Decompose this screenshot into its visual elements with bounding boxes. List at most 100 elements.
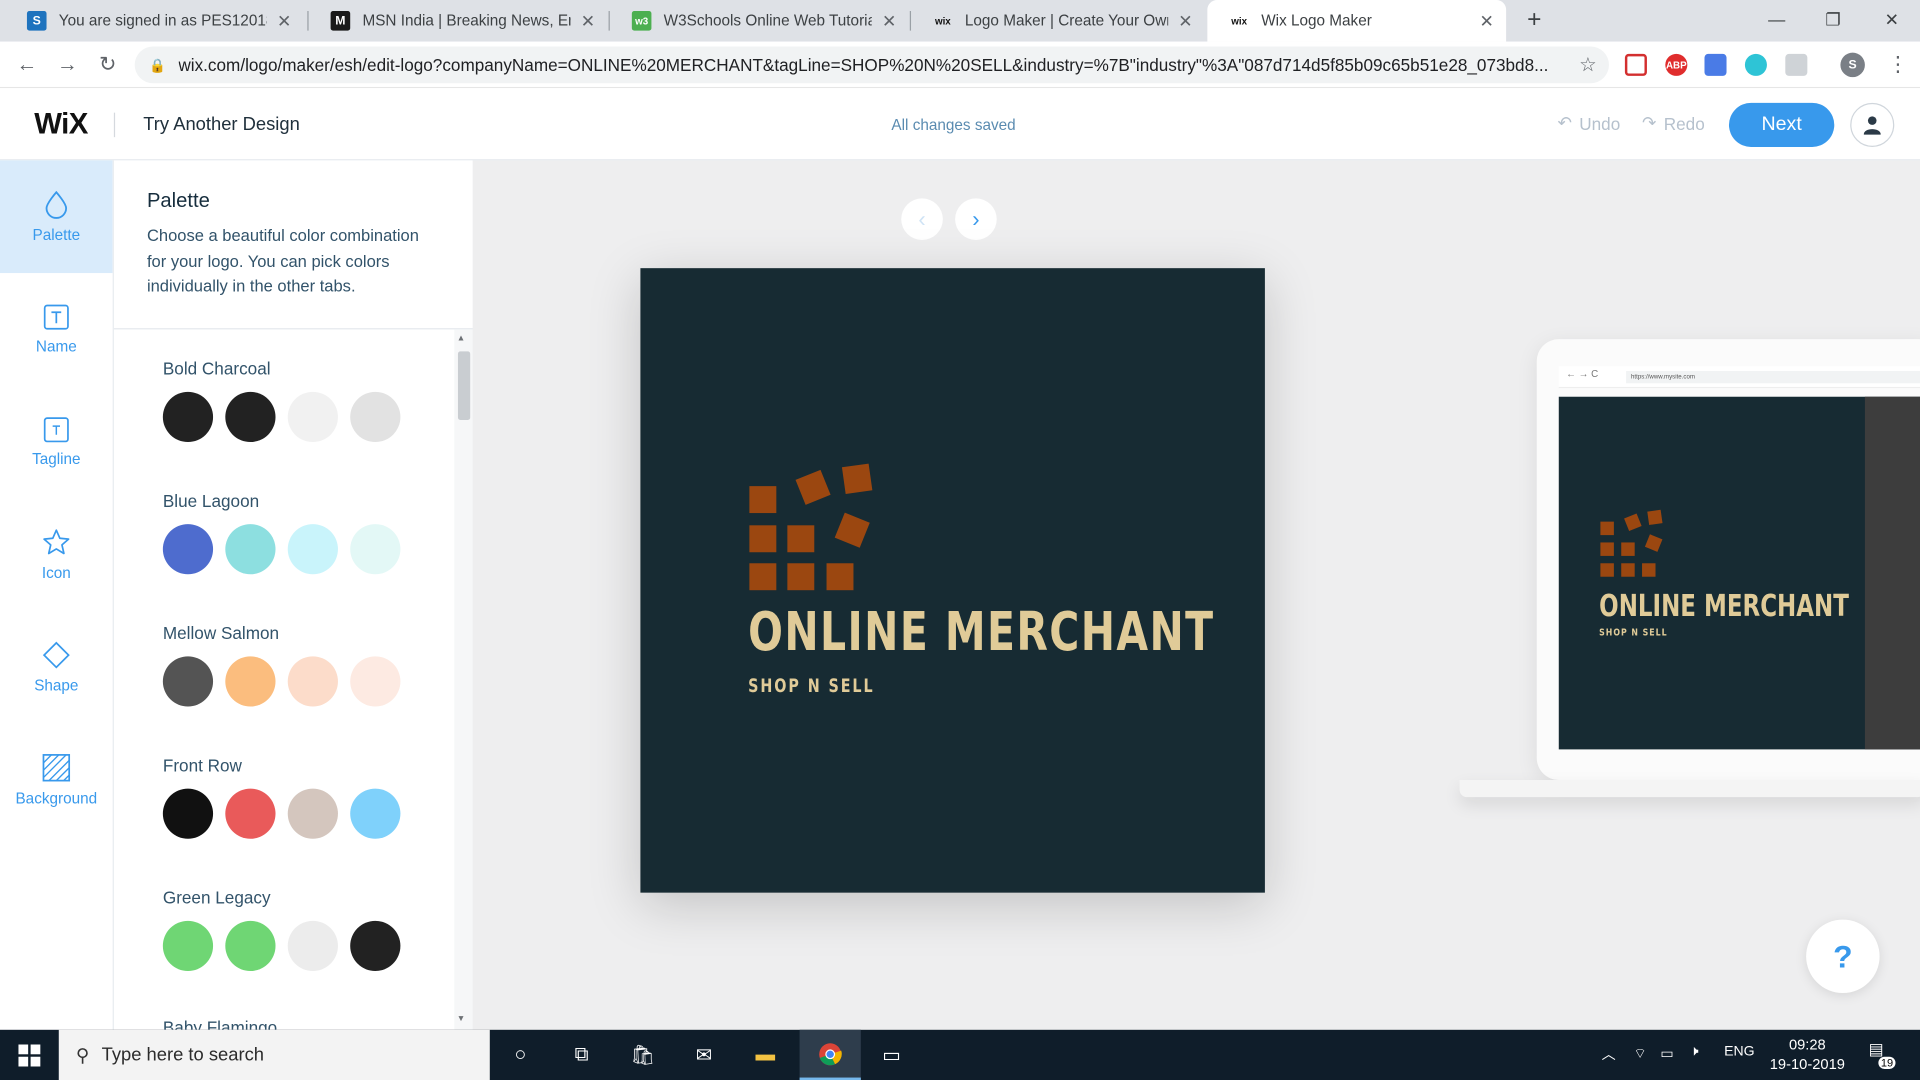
redo-button[interactable]: ↷ Redo	[1642, 113, 1705, 134]
clipboard-extension-icon[interactable]	[1785, 53, 1808, 76]
close-icon[interactable]: ✕	[1480, 10, 1494, 31]
rail-item-background[interactable]: Background	[0, 724, 113, 837]
rail-item-icon[interactable]: Icon	[0, 498, 113, 611]
logo-preview[interactable]: ONLINE MERCHANT SHOP N SELL	[640, 268, 1265, 893]
color-swatch[interactable]	[287, 656, 338, 707]
file-explorer-icon[interactable]: ▬	[735, 1030, 796, 1080]
wix-logo[interactable]: WiX	[34, 108, 88, 142]
color-swatch[interactable]	[162, 391, 214, 443]
color-swatch[interactable]	[350, 391, 401, 443]
new-tab-button[interactable]: +	[1520, 5, 1549, 34]
close-icon[interactable]: ✕	[1178, 10, 1192, 31]
color-swatch[interactable]	[225, 524, 276, 575]
color-swatch[interactable]	[162, 524, 214, 575]
windows-taskbar: ⚲ Type here to search ○ ⧉ 🛍 ✉ ▬ ▭ ︿ ⌔ ▭ …	[0, 1029, 1920, 1080]
browser-tab[interactable]: wix Logo Maker | Create Your Own Fr ✕	[911, 0, 1205, 42]
browser-tab[interactable]: S You are signed in as PES1201801 ✕	[5, 0, 304, 42]
battery-icon[interactable]: ▭	[1660, 1044, 1673, 1062]
menu-dots-icon[interactable]: ⋮	[1882, 49, 1914, 81]
palette-name: Blue Lagoon	[162, 491, 260, 511]
color-swatch[interactable]	[225, 788, 276, 839]
color-swatch[interactable]	[287, 788, 338, 839]
undo-button[interactable]: ↶ Undo	[1558, 113, 1621, 134]
adblock-extension-icon[interactable]: ABP	[1665, 53, 1688, 76]
color-swatch[interactable]	[225, 656, 276, 707]
language-indicator[interactable]: ENG	[1724, 1044, 1755, 1059]
text-icon	[43, 417, 69, 443]
palette-option[interactable]: Bold Charcoal	[162, 359, 401, 443]
chevron-left-icon: ‹	[918, 206, 926, 231]
palette-option[interactable]: Baby Flamingo	[163, 1018, 277, 1030]
rail-item-name[interactable]: Name	[0, 273, 113, 386]
color-swatch[interactable]	[162, 788, 214, 839]
profile-avatar[interactable]: S	[1840, 52, 1865, 78]
palette-option[interactable]: Green Legacy	[162, 888, 401, 972]
browser-tab[interactable]: M MSN India | Breaking News, Ente ✕	[309, 0, 608, 42]
close-icon[interactable]: ✕	[581, 10, 595, 31]
restore-icon[interactable]: ❐	[1805, 0, 1861, 39]
color-swatch[interactable]	[350, 788, 401, 839]
mail-icon[interactable]: ✉	[673, 1030, 734, 1080]
forward-icon[interactable]: →	[51, 49, 83, 81]
palette-option[interactable]: Blue Lagoon	[162, 491, 401, 575]
palette-scrollbar[interactable]: ▲ ▼	[454, 329, 474, 1030]
palette-list: Bold Charcoal Blue Lagoon Mellow Salmon …	[114, 329, 454, 1030]
cortana-icon[interactable]: ○	[490, 1030, 551, 1080]
preview-canvas: ‹ › ONLINE MERCHANT SHOP N SELL ← → C ht…	[472, 160, 1920, 1030]
taskbar-search-input[interactable]: ⚲ Type here to search	[58, 1029, 490, 1080]
close-icon[interactable]: ✕	[277, 10, 291, 31]
wifi-icon[interactable]: ⌔	[1633, 1044, 1646, 1062]
pocket-extension-icon[interactable]	[1624, 53, 1647, 76]
browser-tab[interactable]: w3 W3Schools Online Web Tutorials ✕	[610, 0, 909, 42]
logo-tagline: SHOP N SELL	[748, 674, 875, 697]
close-icon[interactable]: ✕	[882, 10, 896, 31]
color-swatch[interactable]	[287, 524, 338, 575]
reload-icon[interactable]: ↻	[92, 49, 124, 81]
minimize-icon[interactable]: —	[1749, 0, 1805, 39]
close-window-icon[interactable]: ✕	[1864, 0, 1920, 39]
text-icon	[43, 304, 69, 330]
scroll-up-icon[interactable]: ▲	[457, 334, 465, 343]
color-swatch[interactable]	[350, 656, 401, 707]
color-swatch[interactable]	[162, 656, 214, 707]
taskbar-clock[interactable]: 09:28 19-10-2019	[1763, 1035, 1851, 1074]
color-swatch[interactable]	[162, 920, 214, 972]
address-bar[interactable]: 🔒 wix.com/logo/maker/esh/edit-logo?compa…	[134, 46, 1609, 84]
translate-extension-icon[interactable]	[1704, 53, 1727, 76]
tab-favicon: wix	[934, 15, 951, 27]
store-icon[interactable]: 🛍	[612, 1030, 673, 1080]
palette-option[interactable]: Mellow Salmon	[162, 623, 401, 707]
terminal-icon[interactable]: ▭	[861, 1030, 922, 1080]
task-view-icon[interactable]: ⧉	[551, 1030, 612, 1080]
rail-label: Tagline	[32, 450, 81, 468]
color-swatch[interactable]	[225, 391, 276, 443]
chevron-up-icon[interactable]: ︿	[1602, 1044, 1616, 1064]
browser-tab-active[interactable]: wix Wix Logo Maker ✕	[1207, 0, 1507, 42]
scrollbar-thumb[interactable]	[457, 351, 471, 421]
color-swatch[interactable]	[350, 920, 401, 972]
windows-start-button[interactable]	[0, 1030, 59, 1080]
tab-favicon: wix	[1231, 15, 1248, 27]
chrome-icon[interactable]	[799, 1029, 861, 1080]
rail-item-shape[interactable]: Shape	[0, 611, 113, 724]
next-button[interactable]: Next	[1728, 102, 1835, 147]
rail-item-tagline[interactable]: Tagline	[0, 386, 113, 499]
previous-design-button[interactable]: ‹	[901, 198, 943, 241]
help-button[interactable]: ?	[1806, 919, 1880, 994]
color-swatch[interactable]	[287, 391, 338, 443]
rail-item-palette[interactable]: Palette	[0, 160, 113, 274]
user-account-button[interactable]	[1850, 102, 1895, 147]
url-text[interactable]: wix.com/logo/maker/esh/edit-logo?company…	[178, 55, 1579, 75]
volume-muted-icon[interactable]: 🕨	[1690, 1044, 1699, 1060]
palette-option[interactable]: Front Row	[162, 756, 401, 839]
color-swatch[interactable]	[350, 524, 401, 575]
next-design-button[interactable]: ›	[955, 198, 997, 241]
color-swatch[interactable]	[225, 920, 276, 972]
scroll-down-icon[interactable]: ▼	[457, 1015, 465, 1024]
bookmark-star-icon[interactable]: ☆	[1579, 53, 1597, 77]
globe-extension-icon[interactable]	[1744, 53, 1767, 76]
back-icon[interactable]: ←	[11, 49, 43, 81]
try-another-design-link[interactable]: Try Another Design	[143, 114, 300, 135]
color-swatch[interactable]	[287, 920, 338, 972]
rail-label: Name	[35, 337, 77, 356]
